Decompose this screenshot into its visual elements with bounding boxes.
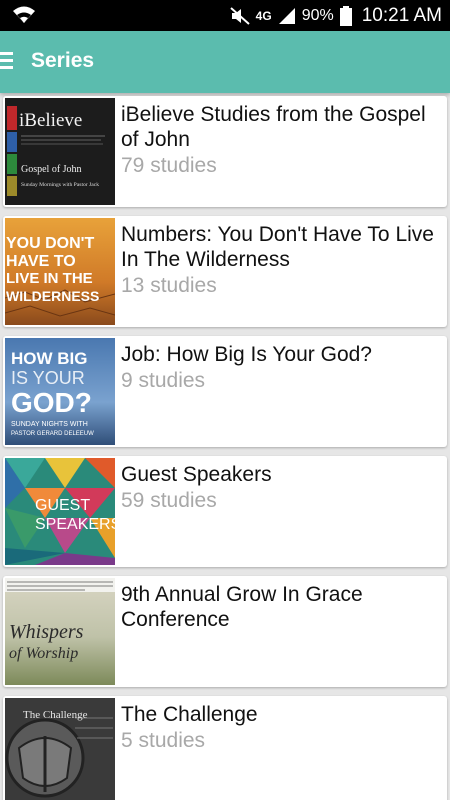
thumb-text: iBelieve — [19, 110, 82, 131]
thumb-text: Whispers — [9, 621, 84, 643]
series-count: 79 studies — [121, 154, 217, 177]
series-count: 5 studies — [121, 729, 206, 752]
clock: 10:21 AM — [361, 4, 442, 26]
signal-icon — [278, 7, 295, 24]
series-count: 13 studies — [121, 274, 217, 297]
thumb-text: PASTOR GERARD DELEEUW — [11, 431, 94, 437]
series-thumbnail: The Challenge — [5, 698, 115, 800]
thumb-text: The Challenge — [23, 709, 88, 721]
series-count: 59 studies — [121, 489, 217, 512]
network-label: 4G — [255, 8, 272, 23]
battery-icon — [339, 5, 352, 26]
series-card[interactable]: YOU DON'T HAVE TO LIVE IN THE WILDERNESS… — [3, 216, 447, 327]
series-thumbnail: HOW BIG IS YOUR GOD? SUNDAY NIGHTS WITH … — [5, 338, 115, 445]
app-bar: Series — [0, 31, 450, 93]
menu-icon-bar — [0, 52, 13, 55]
series-count: 9 studies — [121, 369, 206, 392]
series-card[interactable]: HOW BIG IS YOUR GOD? SUNDAY NIGHTS WITH … — [3, 336, 447, 447]
menu-icon-bar — [0, 66, 13, 69]
wifi-icon — [13, 6, 35, 23]
series-thumbnail: GUEST SPEAKERS — [5, 458, 115, 565]
thumb-text: GUEST — [35, 497, 90, 514]
mute-icon — [230, 6, 250, 25]
thumb-text: of Worship — [9, 645, 78, 662]
series-thumbnail: Whispers of Worship — [5, 578, 115, 685]
series-title: Guest Speakers — [121, 463, 272, 486]
menu-button[interactable] — [0, 49, 16, 75]
series-thumbnail: iBelieve Gospel of John Sunday Mornings … — [5, 98, 115, 205]
thumb-text: GOD? — [11, 387, 92, 418]
menu-icon-bar — [0, 59, 13, 62]
thumb-text: Sunday Mornings with Pastor Jack — [21, 182, 99, 188]
thumb-text: SPEAKERS — [35, 516, 115, 533]
series-card[interactable]: Whispers of Worship 9th Annual Grow In G… — [3, 576, 447, 687]
status-bar: 4G 90% 10:21 AM — [0, 0, 450, 31]
thumb-text: IS YOUR — [11, 368, 85, 388]
thumb-text: Gospel of John — [21, 164, 82, 175]
series-title: Numbers: You Don't Have To Live In The W… — [121, 223, 434, 271]
series-card[interactable]: The Challenge The Challenge 5 studies — [3, 696, 447, 800]
series-title: 9th Annual Grow In Grace Conference — [121, 583, 363, 631]
series-title: The Challenge — [121, 703, 258, 726]
thumb-text: HOW BIG — [11, 349, 88, 368]
thumb-text: SUNDAY NIGHTS WITH — [11, 421, 88, 428]
series-list[interactable]: iBelieve Gospel of John Sunday Mornings … — [0, 93, 450, 800]
series-title: Job: How Big Is Your God? — [121, 343, 372, 366]
series-card[interactable]: GUEST SPEAKERS Guest Speakers 59 studies — [3, 456, 447, 567]
thumb-text: YOU DON'T — [6, 235, 94, 252]
series-title: iBelieve Studies from the Gospel of John — [121, 103, 426, 151]
page-title: Series — [31, 49, 95, 72]
battery-percent: 90% — [301, 6, 334, 24]
series-thumbnail: YOU DON'T HAVE TO LIVE IN THE WILDERNESS — [5, 218, 115, 325]
thumb-text: WILDERNESS — [6, 288, 99, 304]
series-card[interactable]: iBelieve Gospel of John Sunday Mornings … — [3, 96, 447, 207]
thumb-text: LIVE IN THE — [6, 270, 93, 287]
thumb-text: HAVE TO — [6, 253, 76, 270]
